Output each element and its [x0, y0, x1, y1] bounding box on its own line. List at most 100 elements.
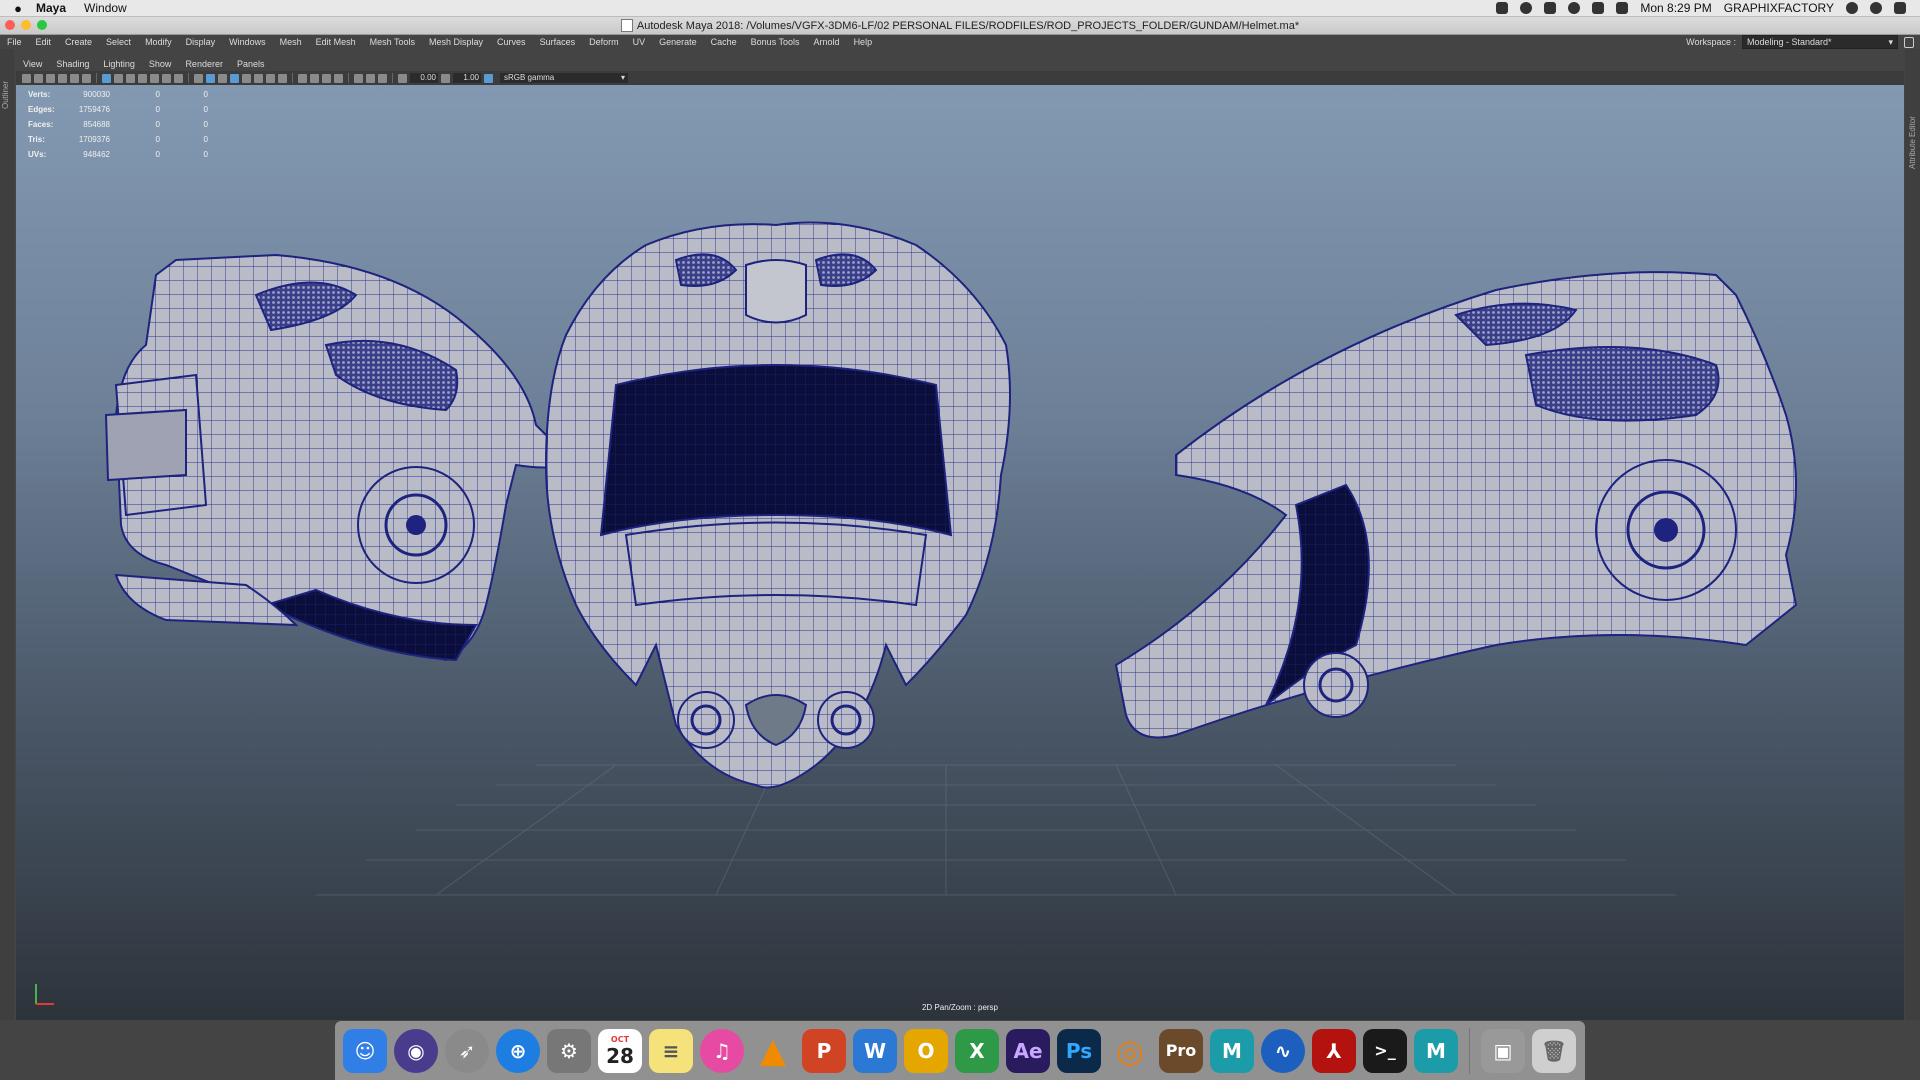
menu-cache[interactable]: Cache: [704, 37, 744, 47]
color-management-icon[interactable]: [484, 73, 493, 83]
outliner-tab[interactable]: Outliner: [0, 49, 14, 1020]
ambient-occlusion-icon[interactable]: [298, 73, 307, 83]
volume-icon[interactable]: [1616, 2, 1629, 14]
shadows-icon[interactable]: [278, 73, 287, 83]
bookmark-icon[interactable]: [46, 73, 55, 83]
siri-icon[interactable]: [1870, 2, 1882, 14]
launchpad-icon[interactable]: ➶: [445, 1028, 489, 1073]
camera-attributes-icon[interactable]: [34, 73, 43, 83]
textured-icon[interactable]: [254, 73, 263, 83]
dropbox-icon[interactable]: [1496, 2, 1509, 14]
terminal-icon[interactable]: >_: [1363, 1028, 1407, 1073]
menu-mesh-tools[interactable]: Mesh Tools: [363, 37, 422, 47]
grease-pencil-icon[interactable]: [82, 73, 91, 83]
panel-menu-shading[interactable]: Shading: [49, 59, 96, 69]
preview-icon[interactable]: ▣: [1481, 1028, 1525, 1073]
2d-pan-zoom-icon[interactable]: [70, 73, 79, 83]
motion-blur-icon[interactable]: [310, 73, 319, 83]
menu-modify[interactable]: Modify: [138, 37, 179, 47]
menu-select[interactable]: Select: [99, 37, 138, 47]
select-camera-icon[interactable]: [22, 73, 31, 83]
app-menu-maya[interactable]: Maya: [36, 1, 66, 15]
powerpoint-icon[interactable]: P: [802, 1028, 846, 1073]
user-name[interactable]: GRAPHIXFACTORY: [1724, 1, 1834, 15]
apple-menu-icon[interactable]: ●: [0, 1, 36, 16]
lock-icon[interactable]: [1904, 36, 1914, 48]
vlc-icon[interactable]: ▲: [751, 1029, 795, 1073]
menu-edit-mesh[interactable]: Edit Mesh: [309, 37, 363, 47]
panel-menu-show[interactable]: Show: [142, 59, 179, 69]
exposure-icon[interactable]: [398, 73, 407, 83]
finder-icon[interactable]: ☺: [343, 1028, 387, 1073]
menu-create[interactable]: Create: [58, 37, 99, 47]
wireframe-icon[interactable]: [194, 73, 203, 83]
menu-display[interactable]: Display: [179, 37, 223, 47]
gamma-field[interactable]: 1.00: [453, 73, 481, 83]
wireframe-on-shaded-icon[interactable]: [230, 73, 239, 83]
trash-icon[interactable]: 🗑: [1532, 1028, 1576, 1073]
after-effects-icon[interactable]: Ae: [1006, 1028, 1050, 1073]
field-chart-icon[interactable]: [150, 73, 159, 83]
pro-app-icon[interactable]: Pro: [1159, 1028, 1203, 1073]
safe-action-icon[interactable]: [162, 73, 171, 83]
clock[interactable]: Mon 8:29 PM: [1640, 1, 1711, 15]
film-gate-icon[interactable]: [114, 73, 123, 83]
notes-icon[interactable]: ≡: [649, 1028, 693, 1073]
workspace-select[interactable]: Modeling - Standard* ▾: [1742, 35, 1898, 49]
attribute-editor-tab[interactable]: Attribute Editor: [1905, 49, 1920, 1020]
close-window-button[interactable]: [5, 20, 15, 30]
menu-edit[interactable]: Edit: [29, 37, 59, 47]
maya-2-icon[interactable]: M: [1414, 1028, 1458, 1073]
blender-icon[interactable]: ◎: [1108, 1029, 1152, 1073]
acrobat-icon[interactable]: ⅄: [1312, 1028, 1356, 1073]
calendar-icon[interactable]: OCT 28: [598, 1028, 642, 1073]
shield-icon[interactable]: [1544, 2, 1557, 14]
gate-mask-icon[interactable]: [138, 73, 147, 83]
default-material-icon[interactable]: [218, 73, 227, 83]
panel-menu-panels[interactable]: Panels: [230, 59, 272, 69]
menu-window[interactable]: Window: [84, 1, 127, 15]
menu-mesh-display[interactable]: Mesh Display: [422, 37, 490, 47]
safari-icon[interactable]: ⊕: [496, 1028, 540, 1073]
xray-icon[interactable]: [242, 73, 251, 83]
siri-icon[interactable]: ◉: [394, 1028, 438, 1073]
menu-windows[interactable]: Windows: [222, 37, 273, 47]
isolate-select-icon[interactable]: [354, 73, 363, 83]
word-icon[interactable]: W: [853, 1028, 897, 1073]
menu-mesh[interactable]: Mesh: [273, 37, 309, 47]
resolution-gate-icon[interactable]: [126, 73, 135, 83]
wifi-icon[interactable]: [1568, 2, 1581, 14]
menu-curves[interactable]: Curves: [490, 37, 533, 47]
outlook-icon[interactable]: O: [904, 1028, 948, 1073]
menu-uv[interactable]: UV: [626, 37, 653, 47]
image-plane-icon[interactable]: [58, 73, 67, 83]
menu-help[interactable]: Help: [847, 37, 880, 47]
panel-menu-renderer[interactable]: Renderer: [178, 59, 230, 69]
exposure-field[interactable]: 0.00: [410, 73, 438, 83]
excel-icon[interactable]: X: [955, 1028, 999, 1073]
menu-generate[interactable]: Generate: [652, 37, 704, 47]
itunes-icon[interactable]: ♫: [700, 1028, 744, 1073]
menu-arnold[interactable]: Arnold: [807, 37, 847, 47]
spotlight-icon[interactable]: [1846, 2, 1858, 14]
xray-joints-icon[interactable]: [366, 73, 375, 83]
safe-title-icon[interactable]: [174, 73, 183, 83]
grid-icon[interactable]: [102, 73, 111, 83]
maximize-window-button[interactable]: [37, 20, 47, 30]
cloud-icon[interactable]: [1520, 2, 1533, 14]
use-all-lights-icon[interactable]: [266, 73, 275, 83]
menu-surfaces[interactable]: Surfaces: [533, 37, 583, 47]
minimize-window-button[interactable]: [21, 20, 31, 30]
notification-center-icon[interactable]: [1894, 2, 1906, 14]
anti-aliasing-icon[interactable]: [322, 73, 331, 83]
airplay-icon[interactable]: [1592, 2, 1605, 14]
viewport-persp[interactable]: Verts: 900030 0 0 Edges: 1759476 0 0 Fac…: [16, 85, 1904, 1020]
xray-active-icon[interactable]: [378, 73, 387, 83]
system-preferences-icon[interactable]: ⚙: [547, 1028, 591, 1073]
menu-deform[interactable]: Deform: [582, 37, 626, 47]
gamma-icon[interactable]: [441, 73, 450, 83]
menu-bonus-tools[interactable]: Bonus Tools: [744, 37, 807, 47]
menu-file[interactable]: File: [0, 37, 29, 47]
panel-menu-view[interactable]: View: [16, 59, 49, 69]
colorspace-select[interactable]: sRGB gamma ▾: [500, 73, 628, 83]
